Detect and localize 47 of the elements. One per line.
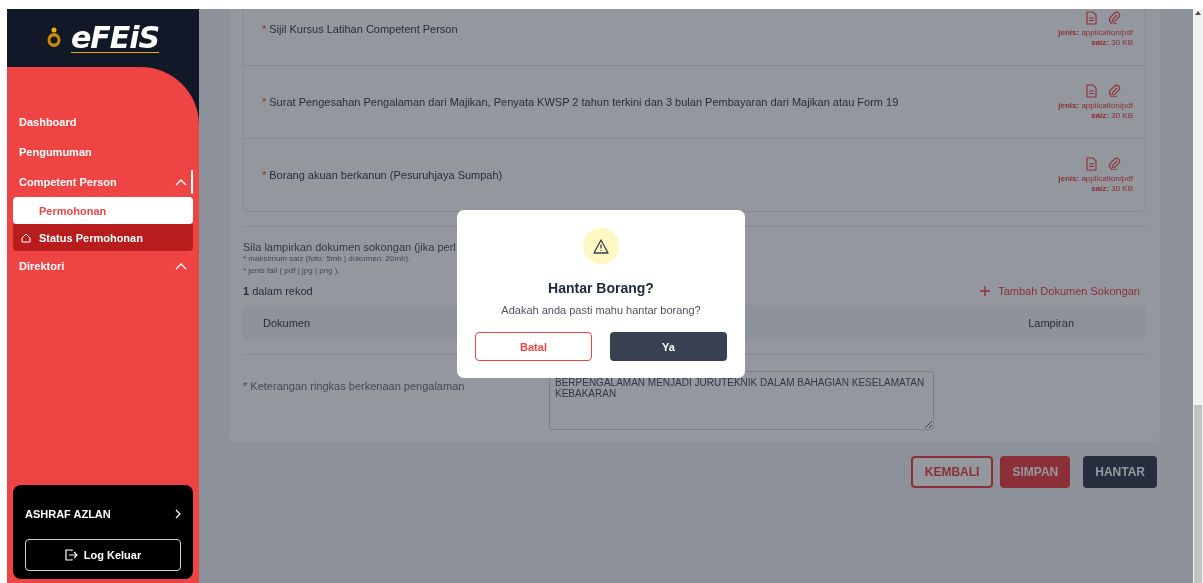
logout-button[interactable]: Log Keluar <box>25 539 181 571</box>
column-header: Dokumen <box>263 316 311 329</box>
file-type: jenis: application/pdf <box>1058 28 1133 37</box>
document-icon[interactable] <box>1085 157 1098 171</box>
home-icon <box>21 232 31 243</box>
file-size: saiz: 30 KB <box>1091 184 1133 193</box>
submenu-item[interactable]: Status Permohonan <box>13 224 193 251</box>
field-label: * Keterangan ringkas berkenaan pengalaman <box>243 380 466 392</box>
section-title: Sila lampirkan dokumen sokongan (jika perl <box>243 241 456 253</box>
sidebar-item[interactable]: Pengumuman <box>7 137 199 167</box>
add-document-button[interactable]: Tambah Dokumen Sokongan <box>980 285 1146 297</box>
document-label: * Surat Pengesahan Pengalaman dari Majikan, Penyata KWSP 2 tahun terkini dan 3 bulan Pembayaran dari Majikan atau Form 19 <box>262 96 899 108</box>
record-count: 1 dalam rekod <box>243 285 313 297</box>
document-icon[interactable] <box>1085 11 1098 25</box>
sidebar-item[interactable]: Dashboard <box>7 107 199 137</box>
warning-icon <box>593 238 609 254</box>
paperclip-icon[interactable] <box>1108 11 1121 24</box>
experience-field[interactable]: BERPENGALAMAN MENJADI JURUTEKNIK DALAM BAHAGIAN KESELAMATAN KEBAKARAN <box>549 371 934 430</box>
logo: eFEiS <box>70 23 160 53</box>
paperclip-icon[interactable] <box>1108 157 1121 170</box>
document-label: * Borang akuan berkanun (Pesuruhjaya Sumpah) <box>262 169 503 181</box>
crest-icon <box>46 27 61 49</box>
dialog-message: Adakah anda pasti mahu hantar borang? <box>501 304 701 316</box>
action-button[interactable]: HANTAR <box>1083 456 1157 488</box>
document-icon[interactable] <box>1085 84 1098 98</box>
note-text: * jenis fail ( pdf | jpg | png ). <box>243 265 341 277</box>
note-text: * maksimum saiz (foto: 5mb | dokumen: 20mb). <box>243 253 412 265</box>
file-type: jenis: application/pdf <box>1058 174 1133 183</box>
action-button[interactable]: KEMBALI <box>910 456 994 488</box>
chevron-right-icon[interactable] <box>175 509 181 519</box>
dialog-button[interactable]: Ya <box>610 332 727 361</box>
dialog-button[interactable]: Batal <box>475 332 592 361</box>
file-size: saiz: 30 KB <box>1091 111 1133 120</box>
plus-icon <box>980 286 991 296</box>
submenu-item[interactable]: Permohonan <box>13 197 193 224</box>
scrollbar[interactable] <box>1193 9 1203 583</box>
dialog-title: Hantar Borang? <box>548 280 654 296</box>
document-label: * Sijil Kursus Latihan Competent Person <box>262 23 458 35</box>
column-header: Lampiran <box>1028 316 1074 329</box>
file-type: jenis: application/pdf <box>1058 101 1133 110</box>
action-button[interactable]: SIMPAN <box>1000 456 1071 488</box>
logout-icon <box>64 549 78 561</box>
sidebar-item[interactable]: Competent Person <box>7 167 199 197</box>
file-size: saiz: 30 KB <box>1091 38 1133 47</box>
user-name[interactable]: ASHRAF AZLAN <box>25 508 111 520</box>
sidebar-item[interactable]: Direktori <box>7 251 199 281</box>
paperclip-icon[interactable] <box>1108 84 1121 97</box>
